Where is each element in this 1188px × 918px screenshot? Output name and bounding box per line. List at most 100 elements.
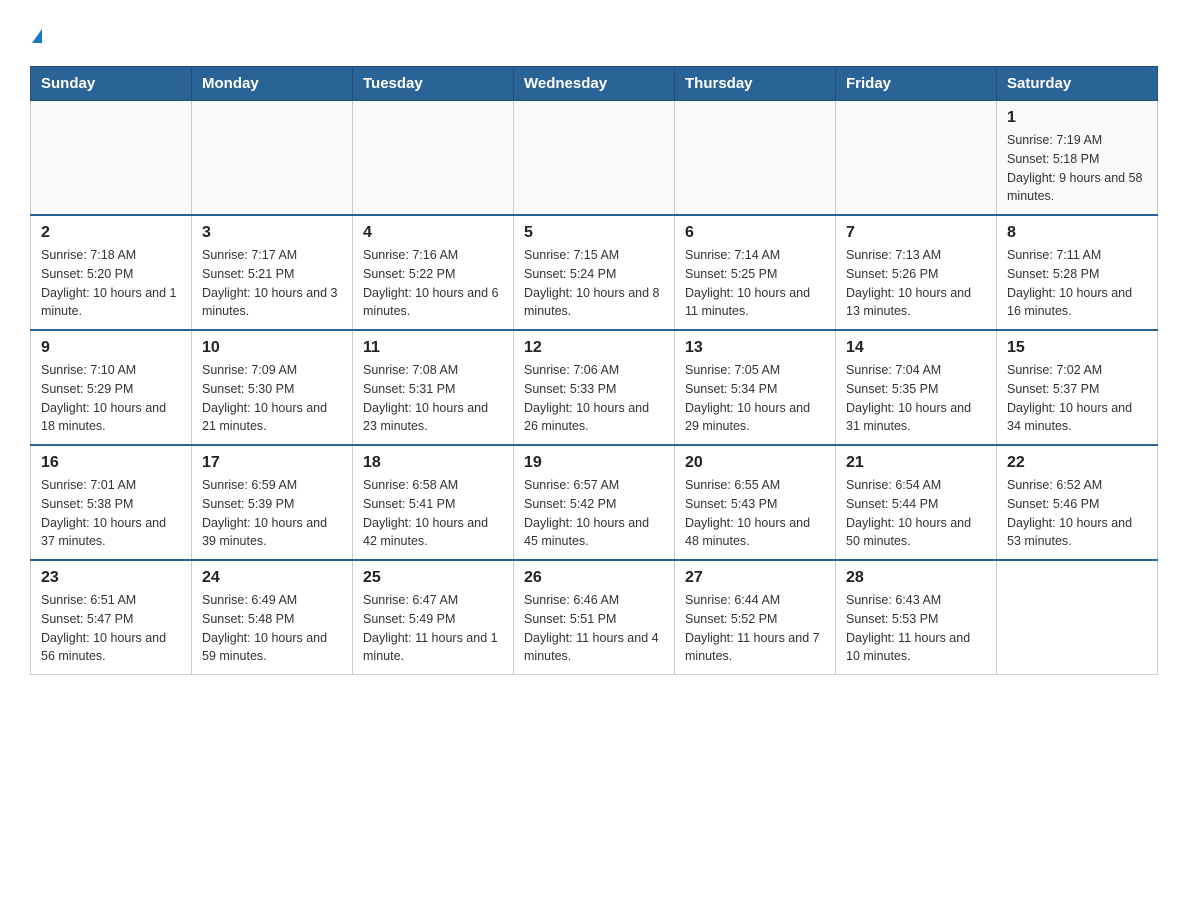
- day-info: Sunrise: 6:51 AM Sunset: 5:47 PM Dayligh…: [41, 591, 181, 666]
- calendar-week-row: 2 Sunrise: 7:18 AM Sunset: 5:20 PM Daylig…: [31, 215, 1158, 330]
- day-number: 22: [1007, 454, 1147, 472]
- day-number: 2: [41, 224, 181, 242]
- calendar-week-row: 23 Sunrise: 6:51 AM Sunset: 5:47 PM Dayli…: [31, 560, 1158, 675]
- day-info: Sunrise: 7:14 AM Sunset: 5:25 PM Dayligh…: [685, 246, 825, 321]
- calendar-day-cell: 8 Sunrise: 7:11 AM Sunset: 5:28 PM Daylig…: [997, 215, 1158, 330]
- day-info: Sunrise: 7:06 AM Sunset: 5:33 PM Dayligh…: [524, 361, 664, 436]
- calendar-day-cell: 15 Sunrise: 7:02 AM Sunset: 5:37 PM Dayli…: [997, 330, 1158, 445]
- day-info: Sunrise: 6:59 AM Sunset: 5:39 PM Dayligh…: [202, 476, 342, 551]
- day-info: Sunrise: 6:43 AM Sunset: 5:53 PM Dayligh…: [846, 591, 986, 666]
- calendar-week-row: 1 Sunrise: 7:19 AM Sunset: 5:18 PM Daylig…: [31, 101, 1158, 216]
- logo: [30, 20, 42, 46]
- day-info: Sunrise: 6:55 AM Sunset: 5:43 PM Dayligh…: [685, 476, 825, 551]
- calendar-day-cell: 22 Sunrise: 6:52 AM Sunset: 5:46 PM Dayli…: [997, 445, 1158, 560]
- day-number: 1: [1007, 109, 1147, 127]
- day-info: Sunrise: 6:58 AM Sunset: 5:41 PM Dayligh…: [363, 476, 503, 551]
- calendar-day-cell: 10 Sunrise: 7:09 AM Sunset: 5:30 PM Dayli…: [192, 330, 353, 445]
- day-number: 25: [363, 569, 503, 587]
- day-number: 11: [363, 339, 503, 357]
- day-number: 17: [202, 454, 342, 472]
- calendar-day-cell: 12Sunrise: 7:06 AM Sunset: 5:33 PM Dayli…: [514, 330, 675, 445]
- day-number: 3: [202, 224, 342, 242]
- calendar-day-cell: 7 Sunrise: 7:13 AM Sunset: 5:26 PM Daylig…: [836, 215, 997, 330]
- day-number: 9: [41, 339, 181, 357]
- day-info: Sunrise: 7:04 AM Sunset: 5:35 PM Dayligh…: [846, 361, 986, 436]
- calendar-day-cell: 26 Sunrise: 6:46 AM Sunset: 5:51 PM Dayli…: [514, 560, 675, 675]
- calendar-day-cell: [192, 101, 353, 216]
- calendar-day-cell: 21 Sunrise: 6:54 AM Sunset: 5:44 PM Dayli…: [836, 445, 997, 560]
- calendar-day-cell: [353, 101, 514, 216]
- calendar-week-row: 16 Sunrise: 7:01 AM Sunset: 5:38 PM Dayli…: [31, 445, 1158, 560]
- day-info: Sunrise: 7:09 AM Sunset: 5:30 PM Dayligh…: [202, 361, 342, 436]
- calendar-day-cell: 16 Sunrise: 7:01 AM Sunset: 5:38 PM Dayli…: [31, 445, 192, 560]
- day-number: 20: [685, 454, 825, 472]
- day-number: 23: [41, 569, 181, 587]
- day-info: Sunrise: 6:52 AM Sunset: 5:46 PM Dayligh…: [1007, 476, 1147, 551]
- day-info: Sunrise: 7:15 AM Sunset: 5:24 PM Dayligh…: [524, 246, 664, 321]
- day-info: Sunrise: 6:57 AM Sunset: 5:42 PM Dayligh…: [524, 476, 664, 551]
- day-number: 27: [685, 569, 825, 587]
- weekday-header-sunday: Sunday: [31, 67, 192, 101]
- day-number: 13: [685, 339, 825, 357]
- calendar-day-cell: 19 Sunrise: 6:57 AM Sunset: 5:42 PM Dayli…: [514, 445, 675, 560]
- calendar-day-cell: 17 Sunrise: 6:59 AM Sunset: 5:39 PM Dayli…: [192, 445, 353, 560]
- day-number: 26: [524, 569, 664, 587]
- day-info: Sunrise: 7:16 AM Sunset: 5:22 PM Dayligh…: [363, 246, 503, 321]
- calendar-table: SundayMondayTuesdayWednesdayThursdayFrid…: [30, 66, 1158, 675]
- day-info: Sunrise: 6:46 AM Sunset: 5:51 PM Dayligh…: [524, 591, 664, 666]
- day-info: Sunrise: 6:49 AM Sunset: 5:48 PM Dayligh…: [202, 591, 342, 666]
- day-info: Sunrise: 7:05 AM Sunset: 5:34 PM Dayligh…: [685, 361, 825, 436]
- day-info: Sunrise: 7:11 AM Sunset: 5:28 PM Dayligh…: [1007, 246, 1147, 321]
- calendar-day-cell: 27 Sunrise: 6:44 AM Sunset: 5:52 PM Dayli…: [675, 560, 836, 675]
- day-number: 14: [846, 339, 986, 357]
- calendar-day-cell: 28 Sunrise: 6:43 AM Sunset: 5:53 PM Dayli…: [836, 560, 997, 675]
- calendar-week-row: 9 Sunrise: 7:10 AM Sunset: 5:29 PM Daylig…: [31, 330, 1158, 445]
- day-info: Sunrise: 6:44 AM Sunset: 5:52 PM Dayligh…: [685, 591, 825, 666]
- calendar-day-cell: 13 Sunrise: 7:05 AM Sunset: 5:34 PM Dayli…: [675, 330, 836, 445]
- day-number: 4: [363, 224, 503, 242]
- weekday-header-tuesday: Tuesday: [353, 67, 514, 101]
- calendar-day-cell: [31, 101, 192, 216]
- calendar-day-cell: 18 Sunrise: 6:58 AM Sunset: 5:41 PM Dayli…: [353, 445, 514, 560]
- calendar-day-cell: [514, 101, 675, 216]
- day-info: Sunrise: 7:17 AM Sunset: 5:21 PM Dayligh…: [202, 246, 342, 321]
- day-number: 5: [524, 224, 664, 242]
- day-info: Sunrise: 6:47 AM Sunset: 5:49 PM Dayligh…: [363, 591, 503, 666]
- calendar-day-cell: 5 Sunrise: 7:15 AM Sunset: 5:24 PM Daylig…: [514, 215, 675, 330]
- day-number: 19: [524, 454, 664, 472]
- calendar-day-cell: 3 Sunrise: 7:17 AM Sunset: 5:21 PM Daylig…: [192, 215, 353, 330]
- logo-triangle-icon: [32, 29, 42, 43]
- day-info: Sunrise: 7:01 AM Sunset: 5:38 PM Dayligh…: [41, 476, 181, 551]
- weekday-header-friday: Friday: [836, 67, 997, 101]
- weekday-header-monday: Monday: [192, 67, 353, 101]
- day-number: 16: [41, 454, 181, 472]
- calendar-day-cell: 25 Sunrise: 6:47 AM Sunset: 5:49 PM Dayli…: [353, 560, 514, 675]
- day-number: 21: [846, 454, 986, 472]
- weekday-header-saturday: Saturday: [997, 67, 1158, 101]
- calendar-day-cell: 20 Sunrise: 6:55 AM Sunset: 5:43 PM Dayli…: [675, 445, 836, 560]
- day-info: Sunrise: 7:19 AM Sunset: 5:18 PM Dayligh…: [1007, 131, 1147, 206]
- calendar-day-cell: 9 Sunrise: 7:10 AM Sunset: 5:29 PM Daylig…: [31, 330, 192, 445]
- calendar-day-cell: 6Sunrise: 7:14 AM Sunset: 5:25 PM Daylig…: [675, 215, 836, 330]
- day-info: Sunrise: 6:54 AM Sunset: 5:44 PM Dayligh…: [846, 476, 986, 551]
- day-number: 24: [202, 569, 342, 587]
- calendar-day-cell: 23 Sunrise: 6:51 AM Sunset: 5:47 PM Dayli…: [31, 560, 192, 675]
- day-info: Sunrise: 7:18 AM Sunset: 5:20 PM Dayligh…: [41, 246, 181, 321]
- day-number: 10: [202, 339, 342, 357]
- day-number: 7: [846, 224, 986, 242]
- day-number: 18: [363, 454, 503, 472]
- calendar-day-cell: [675, 101, 836, 216]
- calendar-day-cell: 2 Sunrise: 7:18 AM Sunset: 5:20 PM Daylig…: [31, 215, 192, 330]
- calendar-day-cell: [997, 560, 1158, 675]
- day-info: Sunrise: 7:02 AM Sunset: 5:37 PM Dayligh…: [1007, 361, 1147, 436]
- day-number: 15: [1007, 339, 1147, 357]
- page-header: [30, 20, 1158, 46]
- day-info: Sunrise: 7:13 AM Sunset: 5:26 PM Dayligh…: [846, 246, 986, 321]
- day-number: 8: [1007, 224, 1147, 242]
- weekday-header-thursday: Thursday: [675, 67, 836, 101]
- weekday-header-row: SundayMondayTuesdayWednesdayThursdayFrid…: [31, 67, 1158, 101]
- calendar-day-cell: 24 Sunrise: 6:49 AM Sunset: 5:48 PM Dayli…: [192, 560, 353, 675]
- day-info: Sunrise: 7:10 AM Sunset: 5:29 PM Dayligh…: [41, 361, 181, 436]
- day-number: 28: [846, 569, 986, 587]
- calendar-day-cell: 14 Sunrise: 7:04 AM Sunset: 5:35 PM Dayli…: [836, 330, 997, 445]
